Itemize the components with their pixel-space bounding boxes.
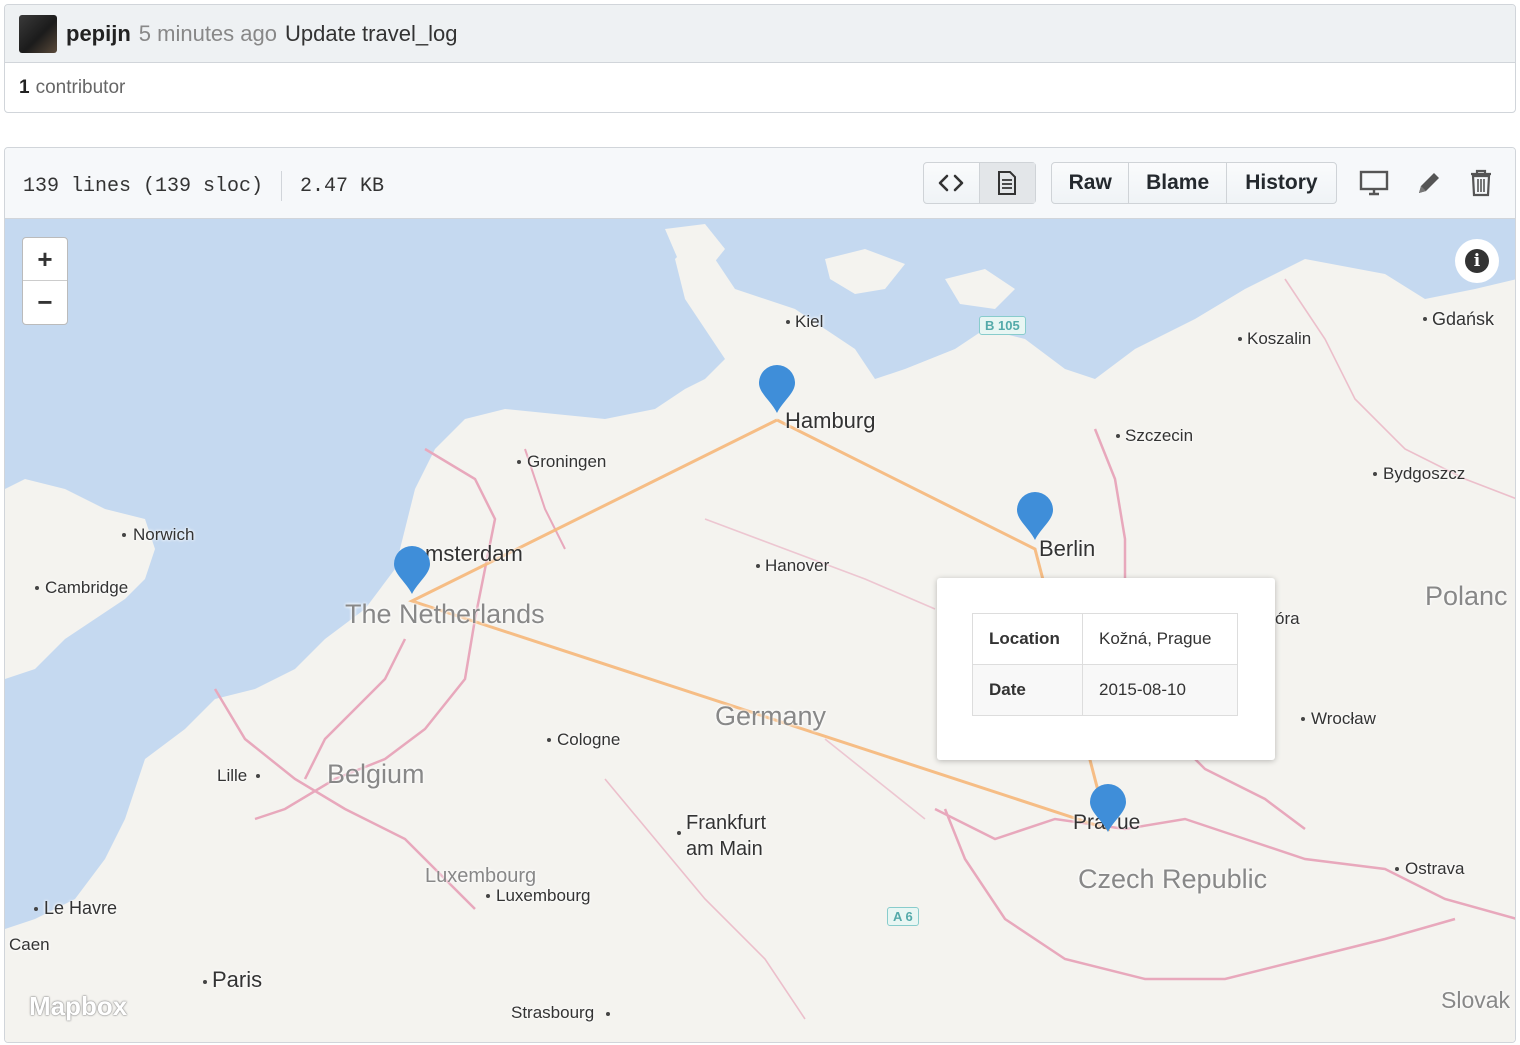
city-label: Szczecin bbox=[1125, 426, 1194, 445]
city-dot bbox=[1238, 337, 1242, 341]
desktop-icon[interactable] bbox=[1359, 169, 1389, 197]
contributor-count: 1 bbox=[19, 77, 30, 98]
feature-popup: Location Kožná, Prague Date 2015-08-10 bbox=[937, 578, 1275, 760]
table-row: Date 2015-08-10 bbox=[972, 664, 1238, 716]
city-dot bbox=[203, 980, 207, 984]
city-dot bbox=[517, 460, 521, 464]
country-label: The Netherlands bbox=[345, 599, 545, 629]
trash-icon[interactable] bbox=[1469, 169, 1493, 197]
city-dot bbox=[486, 894, 490, 898]
code-icon bbox=[938, 174, 964, 192]
city-dot bbox=[786, 320, 790, 324]
zoom-out-button[interactable]: − bbox=[23, 281, 67, 324]
city-label: Ostrava bbox=[1405, 859, 1465, 878]
city-dot bbox=[756, 564, 760, 568]
file-size: 2.47 KB bbox=[300, 174, 385, 198]
city-label: Cologne bbox=[557, 730, 621, 749]
city-dot bbox=[677, 831, 681, 835]
city-label: am Main bbox=[686, 838, 763, 860]
map-marker[interactable] bbox=[1088, 784, 1128, 834]
city-dot bbox=[1301, 717, 1305, 721]
country-label: Polanc bbox=[1425, 581, 1508, 611]
file-line-count: 139 lines (139 sloc) bbox=[23, 174, 264, 198]
source-view-button[interactable] bbox=[924, 163, 980, 203]
avatar[interactable] bbox=[19, 14, 57, 53]
city-label: Koszalin bbox=[1247, 329, 1312, 348]
contributors-bar[interactable]: 1 contributor bbox=[5, 63, 1515, 112]
city-label: Cambridge bbox=[45, 578, 129, 597]
geojson-map[interactable]: + − i B 105 A 6 The Netherlands Germany … bbox=[5, 219, 1515, 1042]
city-dot bbox=[1373, 472, 1377, 476]
city-dot bbox=[122, 533, 126, 537]
history-button[interactable]: History bbox=[1227, 163, 1336, 203]
latest-commit-bar: pepijn 5 minutes ago Update travel_log bbox=[5, 5, 1515, 63]
city-dot bbox=[606, 1012, 610, 1016]
map-marker[interactable] bbox=[392, 546, 432, 596]
city-label: Strasbourg bbox=[511, 1003, 595, 1022]
property-value: Kožná, Prague bbox=[1082, 613, 1238, 665]
info-icon: i bbox=[1465, 249, 1489, 273]
country-label: Germany bbox=[715, 701, 827, 731]
road-shield: A 6 bbox=[887, 907, 919, 926]
city-label: Paris bbox=[212, 967, 263, 992]
city-label: Lille bbox=[217, 766, 248, 785]
city-dot bbox=[547, 738, 551, 742]
city-dot bbox=[256, 774, 260, 778]
property-key: Date bbox=[972, 664, 1083, 716]
file-info: 139 lines (139 sloc) 2.47 KB bbox=[23, 171, 384, 201]
rendered-view-button[interactable] bbox=[979, 163, 1035, 203]
zoom-in-button[interactable]: + bbox=[23, 238, 67, 281]
view-toggle-group bbox=[923, 162, 1036, 204]
country-label: Slovak bbox=[1441, 987, 1511, 1013]
file-box: 139 lines (139 sloc) 2.47 KB Raw Blame H… bbox=[4, 147, 1516, 1043]
city-label: Groningen bbox=[527, 452, 607, 471]
country-label: Czech Republic bbox=[1078, 864, 1268, 894]
file-header: 139 lines (139 sloc) 2.47 KB Raw Blame H… bbox=[5, 148, 1515, 219]
raw-button[interactable]: Raw bbox=[1052, 163, 1130, 203]
popup-properties-table: Location Kožná, Prague Date 2015-08-10 bbox=[972, 613, 1238, 716]
divider bbox=[281, 171, 283, 201]
city-dot bbox=[35, 586, 39, 590]
city-label: Frankfurt bbox=[686, 812, 767, 834]
city-label: Luxembourg bbox=[496, 886, 591, 905]
mapbox-logo[interactable]: Mapbox bbox=[29, 991, 127, 1022]
table-row: Location Kožná, Prague bbox=[972, 613, 1238, 665]
commit-message[interactable]: Update travel_log bbox=[285, 21, 457, 47]
city-label: Caen bbox=[9, 935, 50, 954]
map-marker[interactable] bbox=[757, 365, 797, 415]
city-label: msterdam bbox=[425, 541, 523, 566]
country-label: Belgium bbox=[327, 759, 425, 789]
map-marker[interactable] bbox=[1015, 492, 1055, 542]
commit-author[interactable]: pepijn bbox=[66, 21, 131, 47]
file-actions-group: Raw Blame History bbox=[1051, 162, 1337, 204]
map-info-button[interactable]: i bbox=[1455, 239, 1499, 283]
city-dot bbox=[1423, 317, 1427, 321]
city-label: Norwich bbox=[133, 525, 195, 544]
zoom-control: + − bbox=[22, 237, 68, 325]
blame-button[interactable]: Blame bbox=[1129, 163, 1227, 203]
property-key: Location bbox=[972, 613, 1083, 665]
road-shield: B 105 bbox=[979, 316, 1026, 335]
city-dot bbox=[1395, 867, 1399, 871]
city-label: Hamburg bbox=[785, 408, 876, 433]
city-label: óra bbox=[1275, 609, 1300, 628]
city-label: Le Havre bbox=[44, 898, 118, 918]
country-label: Luxembourg bbox=[425, 865, 537, 887]
commit-box: pepijn 5 minutes ago Update travel_log 1… bbox=[4, 4, 1516, 113]
city-dot bbox=[1116, 434, 1120, 438]
pencil-icon[interactable] bbox=[1415, 169, 1443, 197]
city-label: Bydgoszcz bbox=[1383, 464, 1466, 483]
city-label: Kiel bbox=[795, 312, 824, 331]
city-label: Wrocław bbox=[1311, 709, 1376, 728]
contributor-label: contributor bbox=[35, 77, 126, 98]
property-value: 2015-08-10 bbox=[1082, 664, 1238, 716]
city-label: Gdańsk bbox=[1432, 309, 1495, 329]
commit-time: 5 minutes ago bbox=[138, 20, 277, 46]
city-dot bbox=[34, 907, 38, 911]
file-text-icon bbox=[998, 171, 1017, 195]
city-label: Hanover bbox=[765, 556, 830, 575]
